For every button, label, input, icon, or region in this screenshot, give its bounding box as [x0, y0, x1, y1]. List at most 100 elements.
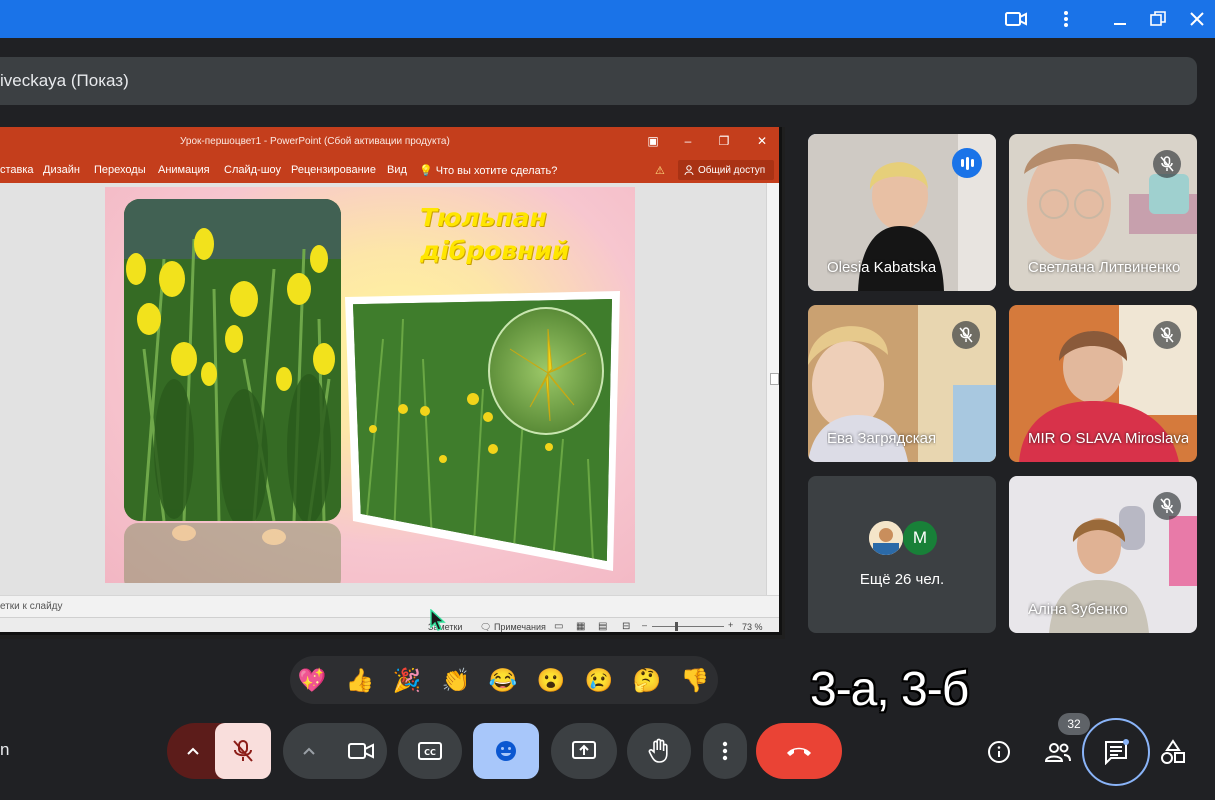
avatar-letter: M	[903, 521, 937, 555]
activities-icon	[1161, 739, 1185, 764]
notes-placeholder: етки к слайду	[0, 601, 63, 612]
ppt-document-title: Урок-першоцвет1 - PowerPoint (Сбой актив…	[180, 136, 450, 147]
raise-hand-button[interactable]	[627, 723, 691, 779]
tell-me-search[interactable]: 💡 Что вы хотите сделать?	[419, 164, 557, 177]
camera-options-chevron-icon[interactable]	[283, 723, 335, 779]
participant-tile-miroslava[interactable]: MIR O SLAVA Miroslava	[1009, 305, 1197, 462]
others-tile[interactable]: M Ещё 26 чел.	[808, 476, 996, 633]
vertical-scrollbar[interactable]	[766, 183, 779, 599]
reaction-thumbs-down[interactable]: 👎	[679, 664, 711, 696]
close-icon[interactable]	[1185, 7, 1209, 31]
participant-name: Аліна Зубенко	[1028, 601, 1128, 618]
comments-toggle[interactable]: 🗨 Примечания	[480, 622, 546, 632]
reaction-party[interactable]: 🎉	[391, 664, 423, 696]
tab-animation[interactable]: Анимация	[158, 164, 210, 176]
zoom-level[interactable]: 73 %	[742, 622, 763, 632]
ppt-titlebar: Урок-першоцвет1 - PowerPoint (Сбой актив…	[0, 127, 779, 157]
ppt-restore-icon[interactable]: ❐	[716, 134, 732, 148]
zoom-out-icon[interactable]: –	[642, 620, 647, 630]
camera-icon	[348, 743, 374, 759]
speaking-indicator-icon	[952, 148, 982, 178]
zoom-in-icon[interactable]: +	[728, 620, 733, 630]
camera-control-group	[283, 723, 387, 779]
participant-tile-eva[interactable]: Ева Загрядская	[808, 305, 996, 462]
reaction-sad[interactable]: 😢	[583, 664, 615, 696]
mouse-cursor-icon	[430, 609, 446, 631]
presentation-stage: Урок-першоцвет1 - PowerPoint (Сбой актив…	[0, 127, 785, 639]
slide-title-line2: дібровний	[420, 236, 570, 265]
leave-call-button[interactable]	[756, 723, 842, 779]
share-button[interactable]: Общий доступ	[678, 160, 774, 180]
reaction-clap[interactable]: 👏	[440, 664, 472, 696]
restore-icon[interactable]	[1146, 7, 1170, 31]
camera-toggle-button[interactable]	[335, 723, 387, 779]
mic-off-icon	[1153, 492, 1181, 520]
warning-icon: ⚠	[655, 165, 665, 177]
mic-options-chevron-icon[interactable]	[167, 723, 219, 779]
tab-review[interactable]: Рецензирование	[291, 164, 376, 176]
chat-button[interactable]	[1096, 732, 1136, 772]
slide-sorter-icon[interactable]: ▦	[576, 621, 585, 632]
people-icon	[1044, 743, 1071, 762]
presenter-title: iveckaya (Показ)	[0, 71, 129, 90]
raise-hand-icon	[648, 738, 668, 763]
tab-slideshow[interactable]: Слайд-шоу	[224, 164, 281, 176]
ppt-status-bar: Заметки 🗨 Примечания ▭ ▦ ▤ ⊟ – + 73 %	[0, 617, 779, 632]
participant-name: Ева Загрядская	[827, 430, 937, 447]
tab-insert[interactable]: ставка	[0, 164, 34, 176]
avatar-photo	[869, 521, 903, 555]
tab-design[interactable]: Дизайн	[43, 164, 80, 176]
tab-transitions[interactable]: Переходы	[94, 164, 146, 176]
ppt-close-icon[interactable]: ✕	[754, 134, 770, 148]
reaction-heart[interactable]: 💖	[296, 664, 328, 696]
more-options-button[interactable]	[703, 723, 747, 779]
reading-view-icon[interactable]: ▤	[598, 621, 607, 632]
meeting-details-button[interactable]	[979, 732, 1019, 772]
slideshow-icon[interactable]: ⊟	[622, 621, 630, 632]
minimize-icon[interactable]	[1108, 7, 1132, 31]
reaction-thumbs-up[interactable]: 👍	[344, 664, 376, 696]
participant-tile-alina[interactable]: Аліна Зубенко	[1009, 476, 1197, 633]
zoom-thumb[interactable]	[675, 622, 678, 631]
mic-toggle-button[interactable]	[215, 723, 271, 779]
people-button[interactable]	[1038, 732, 1078, 772]
share-label: Общий доступ	[698, 164, 766, 176]
ribbon-display-icon[interactable]: ▣	[645, 134, 661, 148]
slide-canvas: Тюльпан дібровний	[0, 183, 766, 599]
reaction-thinking[interactable]: 🤔	[631, 664, 663, 696]
comments-label: Примечания	[493, 622, 546, 632]
emoji-icon	[496, 741, 516, 761]
window-titlebar	[0, 0, 1215, 38]
powerpoint-window: Урок-першоцвет1 - PowerPoint (Сбой актив…	[0, 127, 782, 635]
chat-icon	[1105, 739, 1129, 765]
scroll-thumb[interactable]	[770, 373, 779, 385]
zoom-slider[interactable]	[652, 626, 724, 627]
participant-tile-olesia[interactable]: Olesia Kabatska	[808, 134, 996, 291]
more-vert-icon[interactable]	[1054, 7, 1078, 31]
emoji-reactions-button[interactable]	[473, 723, 539, 779]
normal-view-icon[interactable]: ▭	[554, 621, 563, 632]
reaction-surprised[interactable]: 😮	[535, 664, 567, 696]
tulip-closeup	[488, 307, 604, 435]
reaction-joy[interactable]: 😂	[487, 664, 519, 696]
notes-pane[interactable]: етки к слайду	[0, 595, 779, 617]
activities-button[interactable]	[1153, 732, 1193, 772]
mic-off-icon	[952, 321, 980, 349]
slide: Тюльпан дібровний	[105, 187, 635, 583]
present-button[interactable]	[551, 723, 617, 779]
mic-off-icon	[233, 740, 253, 762]
participant-tile-svetlana[interactable]: Светлана Литвиненко	[1009, 134, 1197, 291]
ppt-minimize-icon[interactable]: –	[680, 134, 696, 148]
participant-name: Светлана Литвиненко	[1028, 259, 1181, 276]
tulip-photo-left	[124, 199, 341, 521]
captions-button[interactable]: CC	[398, 723, 462, 779]
tab-view[interactable]: Вид	[387, 164, 407, 176]
participant-name: MIR O SLAVA Miroslava	[1028, 430, 1188, 447]
slide-title: Тюльпан дібровний	[420, 201, 569, 267]
tell-me-label: Что вы хотите сделать?	[435, 165, 558, 177]
meet-window-icon[interactable]	[1004, 7, 1028, 31]
tulip-photo-right	[345, 291, 620, 571]
more-vert-icon	[722, 741, 728, 761]
meeting-code-partial: n	[0, 740, 10, 759]
lightbulb-icon: 💡	[419, 165, 433, 177]
